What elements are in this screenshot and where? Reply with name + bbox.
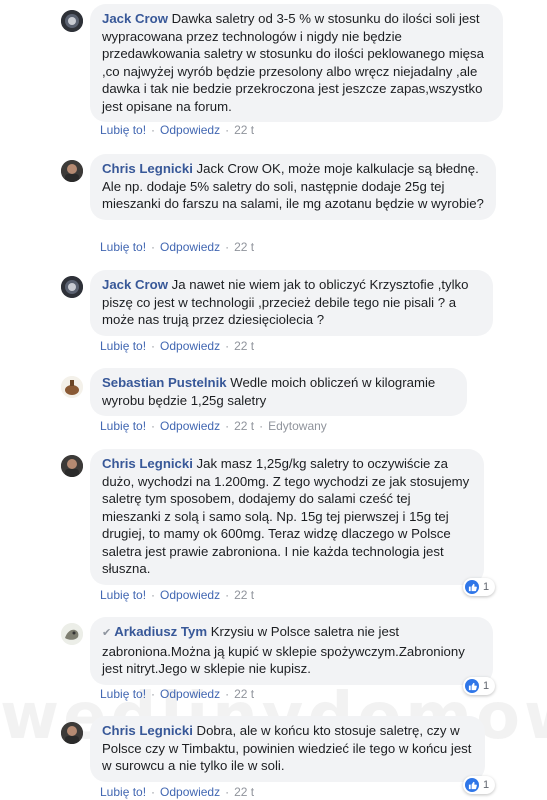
reply-link[interactable]: Odpowiedz	[160, 419, 220, 433]
reaction-count[interactable]: 1	[463, 578, 496, 596]
comment-bubble: Chris Legnicki Jak masz 1,25g/kg saletry…	[90, 449, 484, 585]
separator: ·	[225, 339, 230, 353]
like-thumb-icon	[465, 679, 479, 693]
comment-time[interactable]: 22 t	[234, 123, 254, 137]
like-link[interactable]: Lubię to!	[100, 240, 146, 254]
comment-author[interactable]: Chris Legnicki	[102, 161, 193, 176]
separator: ·	[225, 240, 230, 254]
avatar[interactable]	[61, 722, 83, 744]
reply-link[interactable]: Odpowiedz	[160, 123, 220, 137]
comment-bubble: Chris Legnicki Dobra, ale w końcu kto st…	[90, 716, 485, 782]
comment-actions: Lubię to! · Odpowiedz · 22 t	[100, 339, 254, 353]
comment-actions: Lubię to! · Odpowiedz · 22 t	[100, 687, 254, 701]
comment-author[interactable]: Jack Crow	[102, 11, 168, 26]
separator: ·	[225, 785, 230, 799]
comment-author[interactable]: Sebastian Pustelnik	[102, 375, 227, 390]
like-link[interactable]: Lubię to!	[100, 123, 146, 137]
like-link[interactable]: Lubię to!	[100, 339, 146, 353]
comment-bubble: Sebastian Pustelnik Wedle moich obliczeń…	[90, 368, 467, 416]
comment-actions: Lubię to! · Odpowiedz · 22 t	[100, 240, 254, 254]
like-link[interactable]: Lubię to!	[100, 419, 146, 433]
comment-author[interactable]: Arkadiusz Tym	[114, 624, 207, 639]
like-thumb-icon	[465, 580, 479, 594]
reaction-number: 1	[483, 680, 490, 692]
like-thumb-icon	[465, 778, 479, 792]
comment-actions: Lubię to! · Odpowiedz · 22 t	[100, 588, 254, 602]
comment-time[interactable]: 22 t	[234, 240, 254, 254]
comment-time[interactable]: 22 t	[234, 419, 254, 433]
verified-badge-icon: ✔	[102, 627, 112, 639]
comment-bubble: ✔ Arkadiusz Tym Krzysiu w Polsce saletra …	[90, 617, 493, 685]
reply-link[interactable]: Odpowiedz	[160, 588, 220, 602]
separator: ·	[151, 123, 156, 137]
avatar[interactable]	[61, 276, 83, 298]
comment-bubble: Chris Legnicki Jack Crow OK, może moje k…	[90, 154, 496, 220]
separator: ·	[225, 123, 230, 137]
avatar[interactable]	[61, 160, 83, 182]
separator: ·	[151, 785, 156, 799]
comment-actions: Lubię to! · Odpowiedz · 22 t	[100, 785, 254, 799]
comment-author[interactable]: Jack Crow	[102, 277, 168, 292]
reply-link[interactable]: Odpowiedz	[160, 240, 220, 254]
separator: ·	[151, 339, 156, 353]
comment-time[interactable]: 22 t	[234, 588, 254, 602]
reaction-number: 1	[483, 779, 490, 791]
separator: ·	[259, 419, 264, 433]
separator: ·	[151, 240, 156, 254]
separator: ·	[225, 588, 230, 602]
like-link[interactable]: Lubię to!	[100, 785, 146, 799]
comment-author[interactable]: Chris Legnicki	[102, 456, 193, 471]
like-link[interactable]: Lubię to!	[100, 588, 146, 602]
avatar[interactable]	[61, 10, 83, 32]
separator: ·	[151, 687, 156, 701]
reply-link[interactable]: Odpowiedz	[160, 785, 220, 799]
separator: ·	[225, 687, 230, 701]
comment-thread: wedlinydomowe.pl Jack Crow Dawka saletry…	[0, 0, 547, 800]
like-link[interactable]: Lubię to!	[100, 687, 146, 701]
avatar[interactable]	[61, 623, 83, 645]
reaction-number: 1	[483, 581, 490, 593]
edited-label[interactable]: Edytowany	[268, 419, 327, 433]
separator: ·	[151, 588, 156, 602]
comment-text: Jak masz 1,25g/kg saletry to oczywiście …	[102, 456, 470, 576]
separator: ·	[225, 419, 230, 433]
comment-author[interactable]: Chris Legnicki	[102, 723, 193, 738]
reply-link[interactable]: Odpowiedz	[160, 339, 220, 353]
comment-time[interactable]: 22 t	[234, 339, 254, 353]
comment-actions: Lubię to! · Odpowiedz · 22 t	[100, 123, 254, 137]
reply-link[interactable]: Odpowiedz	[160, 687, 220, 701]
avatar[interactable]	[61, 376, 83, 398]
reaction-count[interactable]: 1	[463, 677, 496, 695]
comment-time[interactable]: 22 t	[234, 687, 254, 701]
comment-actions: Lubię to! · Odpowiedz · 22 t · Edytowany	[100, 419, 327, 433]
avatar[interactable]	[61, 455, 83, 477]
reaction-count[interactable]: 1	[463, 776, 496, 794]
comment-time[interactable]: 22 t	[234, 785, 254, 799]
comment-bubble: Jack Crow Ja nawet nie wiem jak to oblic…	[90, 270, 493, 336]
comment-bubble: Jack Crow Dawka saletry od 3-5 % w stosu…	[90, 4, 503, 122]
comment-text: Dawka saletry od 3-5 % w stosunku do ilo…	[102, 11, 484, 114]
separator: ·	[151, 419, 156, 433]
